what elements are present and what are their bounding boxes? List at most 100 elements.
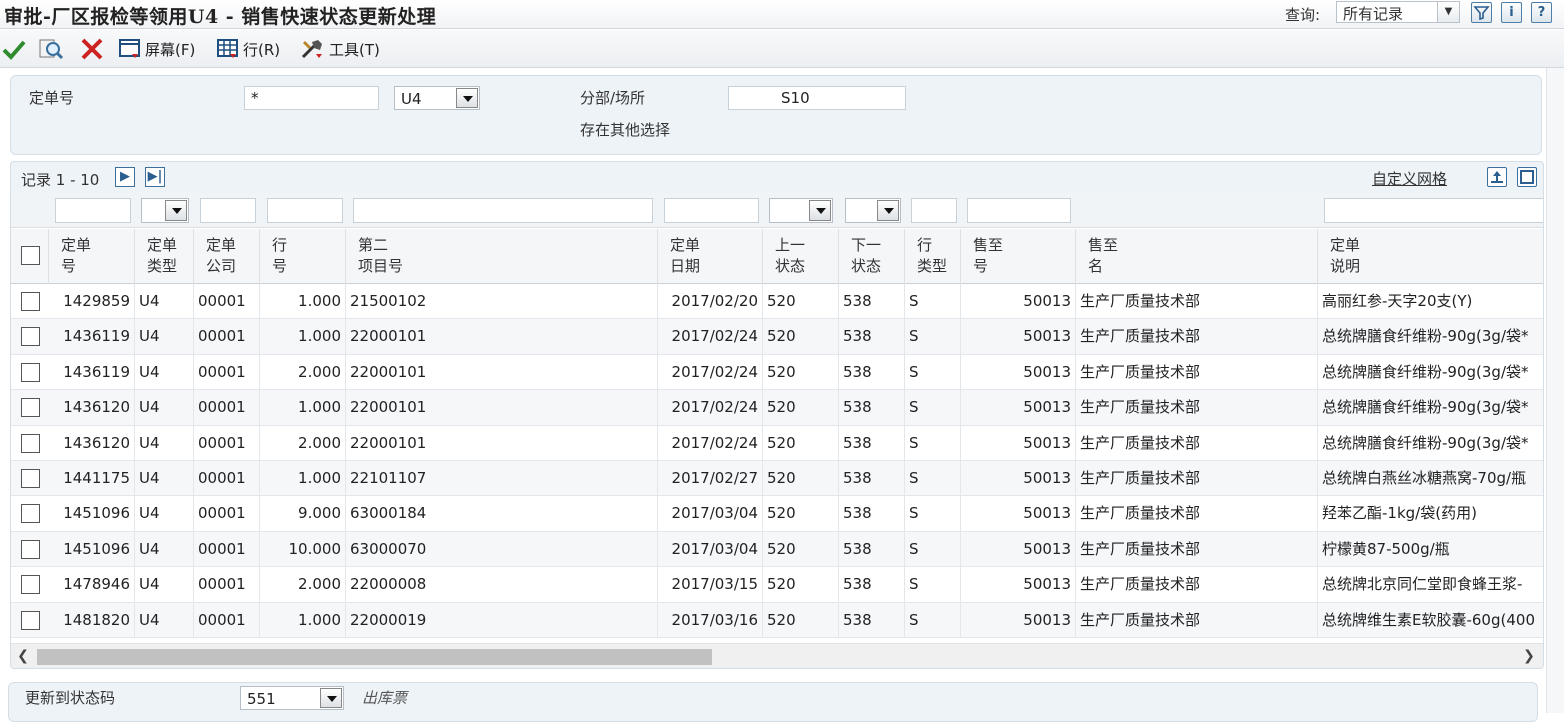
col-header-line-type[interactable]: 行类型 — [905, 229, 961, 284]
table-row[interactable]: 1429859 U4 00001 1.000 21500102 2017/02/… — [11, 284, 1543, 320]
qbe-line-no-input[interactable] — [267, 198, 343, 223]
tools-menu-label: 工具(T) — [329, 40, 380, 59]
table-row[interactable]: 1436119 U4 00001 1.000 22000101 2017/02/… — [11, 319, 1543, 355]
row-checkbox[interactable] — [21, 504, 40, 524]
col-header-order-type[interactable]: 定单 类型 — [135, 229, 194, 284]
col-header-sold-to[interactable]: 售至号 — [961, 229, 1076, 284]
col-header-description[interactable]: 定单 说明 — [1318, 229, 1543, 284]
table-row[interactable]: 1436120 U4 00001 1.000 22000101 2017/02/… — [11, 390, 1543, 426]
table-row[interactable]: 1478946 U4 00001 2.000 22000008 2017/03/… — [11, 567, 1543, 603]
row-checkbox[interactable] — [21, 327, 40, 347]
row-checkbox[interactable] — [21, 610, 40, 630]
export-icon[interactable] — [1487, 167, 1507, 187]
last-page-icon[interactable]: ▶| — [145, 167, 165, 187]
chevron-down-icon[interactable] — [877, 200, 899, 221]
col-header-sold-to-name[interactable]: 售至名 — [1076, 229, 1318, 284]
screen-icon — [119, 39, 140, 58]
qbe-prev-status-select[interactable] — [769, 198, 833, 223]
grid-body: 定单号 定单 类型 定单 公司 行号 第二 项目号 定单 日期 上一 状态 下一 状态 行类… — [11, 193, 1543, 643]
cell-company: 00001 — [194, 531, 260, 567]
row-checkbox[interactable] — [21, 398, 40, 418]
cell-item-no: 22000101 — [346, 319, 658, 355]
customize-grid-link[interactable]: 自定义网格 — [1372, 168, 1447, 189]
row-checkbox[interactable] — [21, 433, 40, 453]
qbe-order-no-input[interactable] — [55, 198, 131, 223]
cell-sold-to: 50013 — [961, 354, 1076, 390]
order-no-input[interactable]: * — [244, 86, 379, 110]
cell-line-no: 2.000 — [260, 425, 346, 461]
col-header-prev-status[interactable]: 上一 状态 — [763, 229, 839, 284]
row-checkbox[interactable] — [21, 575, 40, 595]
col-header-line-no[interactable]: 行号 — [260, 229, 346, 284]
filter-icon[interactable] — [1471, 2, 1492, 23]
maximize-icon[interactable] — [1517, 167, 1537, 187]
qbe-next-status-select[interactable] — [845, 198, 901, 223]
chevron-down-icon[interactable] — [165, 200, 187, 221]
qbe-sold-to-input[interactable] — [967, 198, 1071, 223]
qbe-item-no-input[interactable] — [353, 198, 653, 223]
cell-line-type: S — [905, 354, 961, 390]
grid-header-bar: 记录 1 - 10 ▶ ▶| 自定义网格 — [11, 162, 1543, 193]
row-checkbox[interactable] — [21, 292, 40, 311]
chevron-down-icon[interactable] — [456, 88, 478, 108]
table-row[interactable]: 1451096 U4 00001 9.000 63000184 2017/03/… — [11, 496, 1543, 532]
horizontal-scrollbar[interactable]: ❮ ❯ — [11, 643, 1543, 668]
col-header-item-no[interactable]: 第二 项目号 — [346, 229, 658, 284]
qbe-company-input[interactable] — [200, 198, 256, 223]
row-checkbox[interactable] — [21, 539, 40, 559]
row-checkbox[interactable] — [21, 362, 40, 382]
close-icon — [81, 38, 103, 60]
status-code-select[interactable]: 551 — [240, 686, 344, 710]
screen-menu[interactable]: 屏幕(F) — [118, 37, 195, 61]
cell-line-no: 1.000 — [260, 461, 346, 496]
scroll-right-icon[interactable]: ❯ — [1519, 648, 1539, 664]
table-row[interactable]: 1436120 U4 00001 2.000 22000101 2017/02/… — [11, 425, 1543, 461]
next-page-icon[interactable]: ▶ — [115, 167, 135, 187]
cancel-button[interactable] — [80, 37, 104, 61]
cell-sold-to: 50013 — [961, 531, 1076, 567]
cell-company: 00001 — [194, 425, 260, 461]
qbe-order-type-select[interactable] — [141, 198, 189, 223]
cell-prev-status: 520 — [763, 425, 839, 461]
cell-line-type: S — [905, 496, 961, 532]
cell-order-date: 2017/03/04 — [658, 531, 763, 567]
order-type-select[interactable]: U4 — [394, 86, 480, 110]
tools-menu[interactable]: 工具(T) — [300, 37, 380, 61]
info-icon[interactable]: i — [1501, 2, 1522, 23]
chevron-down-icon[interactable] — [809, 200, 831, 221]
select-all-checkbox[interactable] — [21, 246, 40, 265]
row-menu[interactable]: 行(R) — [216, 37, 280, 61]
cell-description: 柠檬黄87-500g/瓶 — [1322, 539, 1450, 558]
col-header-order-no[interactable]: 定单号 — [49, 229, 135, 284]
col-header-next-status[interactable]: 下一 状态 — [839, 229, 905, 284]
qbe-description-input[interactable] — [1324, 198, 1543, 223]
chevron-down-icon[interactable]: ▼ — [1437, 2, 1459, 22]
query-select[interactable]: 所有记录 ▼ — [1336, 1, 1460, 23]
branch-input[interactable]: S10 — [728, 86, 906, 110]
col-header-company[interactable]: 定单 公司 — [194, 229, 260, 284]
find-button[interactable] — [38, 37, 64, 61]
cell-line-type: S — [905, 531, 961, 567]
help-icon[interactable]: ? — [1531, 2, 1552, 23]
col-header-order-date[interactable]: 定单 日期 — [658, 229, 763, 284]
row-checkbox[interactable] — [21, 469, 40, 488]
ok-button[interactable] — [2, 37, 26, 61]
cell-order-date: 2017/03/16 — [658, 602, 763, 638]
scrollbar-thumb[interactable] — [37, 649, 712, 665]
table-row[interactable]: 1481820 U4 00001 1.000 22000019 2017/03/… — [11, 602, 1543, 638]
qbe-order-date-input[interactable] — [664, 198, 759, 223]
scroll-left-icon[interactable]: ❮ — [13, 648, 33, 664]
vertical-scrollbar[interactable] — [1546, 68, 1564, 713]
grid-icon — [217, 39, 238, 58]
qbe-line-type-input[interactable] — [911, 198, 957, 223]
status-description: 出库票 — [362, 689, 408, 707]
table-row[interactable]: 1441175 U4 00001 1.000 22101107 2017/02/… — [11, 461, 1543, 497]
cell-order-type: U4 — [135, 390, 194, 426]
chevron-down-icon[interactable] — [320, 688, 342, 708]
table-row[interactable]: 1436119 U4 00001 2.000 22000101 2017/02/… — [11, 354, 1543, 391]
table-row[interactable]: 1451096 U4 00001 10.000 63000070 2017/03… — [11, 531, 1543, 568]
cell-next-status: 538 — [839, 567, 905, 603]
cell-line-type: S — [905, 425, 961, 461]
cell-description: 总统牌维生素E软胶囊-60g(400 — [1322, 610, 1535, 629]
cell-sold-to-name: 生产厂质量技术部 — [1076, 319, 1318, 355]
